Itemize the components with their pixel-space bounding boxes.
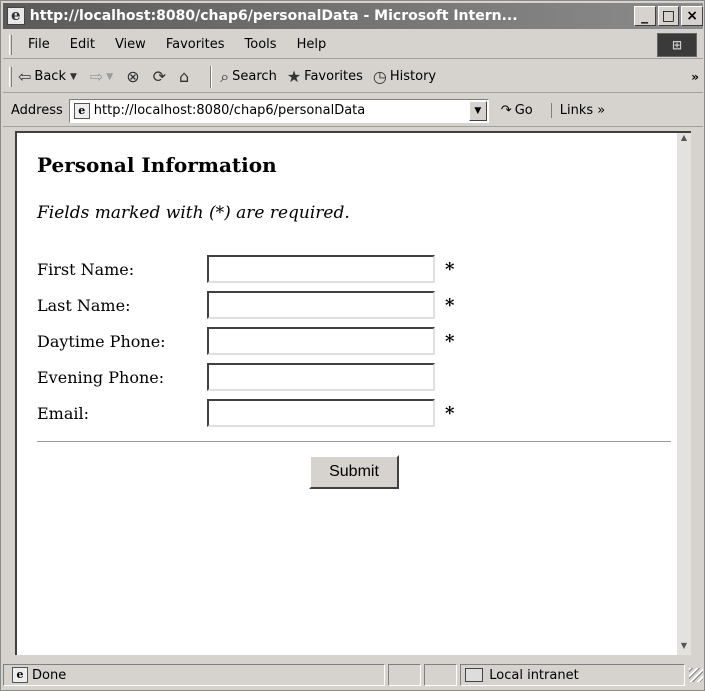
toolbar-overflow-chevron[interactable]: » — [691, 70, 699, 84]
submit-button[interactable]: Submit — [309, 455, 399, 489]
go-button[interactable]: ↷ Go — [501, 103, 533, 118]
email-input[interactable] — [207, 399, 435, 427]
search-button[interactable]: ⌕ Search — [220, 67, 277, 87]
page-viewport: ▲ ▼ Personal Information Fields marked w… — [15, 131, 691, 655]
scroll-down-icon[interactable]: ▼ — [677, 641, 691, 655]
evening-phone-label: Evening Phone: — [37, 367, 165, 387]
ie-icon — [7, 6, 25, 25]
favorites-label: Favorites — [304, 69, 363, 84]
address-bar: Address e http://localhost:8080/chap6/pe… — [3, 95, 703, 127]
required-marker: * — [445, 294, 455, 316]
page-heading: Personal Information — [37, 153, 277, 177]
form-divider — [37, 441, 671, 443]
windows-logo-icon: ⊞ — [657, 33, 697, 57]
search-icon: ⌕ — [220, 66, 230, 86]
menu-file[interactable]: File — [18, 37, 60, 52]
form-row-daytime-phone: Daytime Phone: * — [37, 325, 677, 357]
search-label: Search — [232, 69, 277, 84]
status-pane-empty — [387, 664, 421, 686]
menu-tools[interactable]: Tools — [235, 37, 287, 52]
address-url[interactable]: http://localhost:8080/chap6/personalData — [94, 103, 365, 118]
refresh-icon: ⟳ — [152, 67, 167, 86]
history-button[interactable]: ◷ History — [373, 67, 436, 86]
personal-data-form: Personal Information Fields marked with … — [37, 153, 677, 489]
last-name-input[interactable] — [207, 291, 435, 319]
forward-arrow-icon: ⇨ — [89, 67, 104, 86]
scroll-up-icon[interactable]: ▲ — [677, 133, 691, 147]
form-row-first-name: First Name: * — [37, 253, 677, 285]
status-pane: e Done — [3, 664, 385, 686]
vertical-scrollbar[interactable]: ▲ ▼ — [677, 133, 691, 655]
favorites-icon: ★ — [286, 67, 302, 86]
required-marker: * — [445, 402, 455, 424]
status-pane-empty — [423, 664, 458, 686]
menu-favorites[interactable]: Favorites — [156, 37, 235, 52]
menu-help[interactable]: Help — [287, 37, 337, 52]
title-bar: http://localhost:8080/chap6/personalData… — [3, 3, 703, 29]
status-bar: e Done Local intranet — [3, 661, 703, 689]
daytime-phone-label: Daytime Phone: — [37, 331, 166, 351]
window-title: http://localhost:8080/chap6/personalData… — [29, 8, 518, 24]
back-button[interactable]: ⇦ Back ▼ — [18, 67, 80, 86]
intranet-icon — [465, 668, 484, 682]
menu-edit[interactable]: Edit — [60, 37, 105, 52]
submit-row: Submit — [37, 455, 671, 489]
back-label: Back — [34, 69, 66, 84]
daytime-phone-input[interactable] — [207, 327, 435, 355]
links-button[interactable]: Links » — [550, 103, 605, 118]
favorites-button[interactable]: ★ Favorites — [287, 67, 363, 86]
required-note: Fields marked with (*) are required. — [37, 203, 350, 223]
page-icon: e — [12, 667, 28, 683]
history-icon: ◷ — [372, 67, 387, 86]
maximize-button[interactable]: □ — [657, 6, 680, 26]
forward-dropdown-icon[interactable]: ▼ — [106, 72, 113, 82]
address-input[interactable]: e http://localhost:8080/chap6/personalDa… — [68, 98, 489, 123]
stop-icon: ⊗ — [126, 67, 140, 86]
forward-button[interactable]: ⇨ ▼ — [90, 67, 116, 86]
refresh-button[interactable]: ⟳ — [153, 67, 169, 86]
go-label: Go — [514, 103, 533, 118]
evening-phone-input[interactable] — [207, 363, 435, 391]
address-dropdown-button[interactable]: ▼ — [468, 100, 487, 121]
form-row-last-name: Last Name: * — [37, 289, 677, 321]
required-marker: * — [445, 330, 455, 352]
back-dropdown-icon[interactable]: ▼ — [70, 72, 77, 82]
menu-grip — [9, 34, 12, 55]
email-label: Email: — [37, 403, 90, 423]
standard-toolbar: ⇦ Back ▼ ⇨ ▼ ⊗ ⟳ ⌂ ⌕ Search ★ Favorites … — [3, 61, 703, 93]
first-name-label: First Name: — [37, 259, 135, 279]
go-arrow-icon: ↷ — [500, 103, 512, 118]
stop-button[interactable]: ⊗ — [126, 67, 142, 86]
zone-pane: Local intranet — [460, 664, 686, 686]
required-marker: * — [445, 258, 455, 280]
minimize-button[interactable]: _ — [633, 6, 656, 26]
home-button[interactable]: ⌂ — [179, 67, 192, 86]
history-label: History — [389, 69, 437, 84]
close-button[interactable]: × — [681, 6, 703, 26]
resize-grip[interactable] — [689, 668, 703, 682]
menu-bar: File Edit View Favorites Tools Help ⊞ — [3, 31, 703, 59]
page-icon: e — [73, 102, 90, 119]
menu-view[interactable]: View — [105, 37, 156, 52]
home-icon: ⌂ — [179, 67, 190, 86]
address-label: Address — [11, 103, 63, 118]
form-row-email: Email: * — [37, 397, 677, 429]
zone-text: Local intranet — [489, 667, 579, 683]
last-name-label: Last Name: — [37, 295, 131, 315]
browser-window: http://localhost:8080/chap6/personalData… — [0, 0, 705, 691]
back-arrow-icon: ⇦ — [18, 67, 32, 86]
form-row-evening-phone: Evening Phone: — [37, 361, 677, 393]
toolbar-grip — [9, 66, 12, 87]
first-name-input[interactable] — [207, 255, 435, 283]
status-text: Done — [32, 667, 67, 683]
toolbar-separator — [210, 65, 213, 88]
